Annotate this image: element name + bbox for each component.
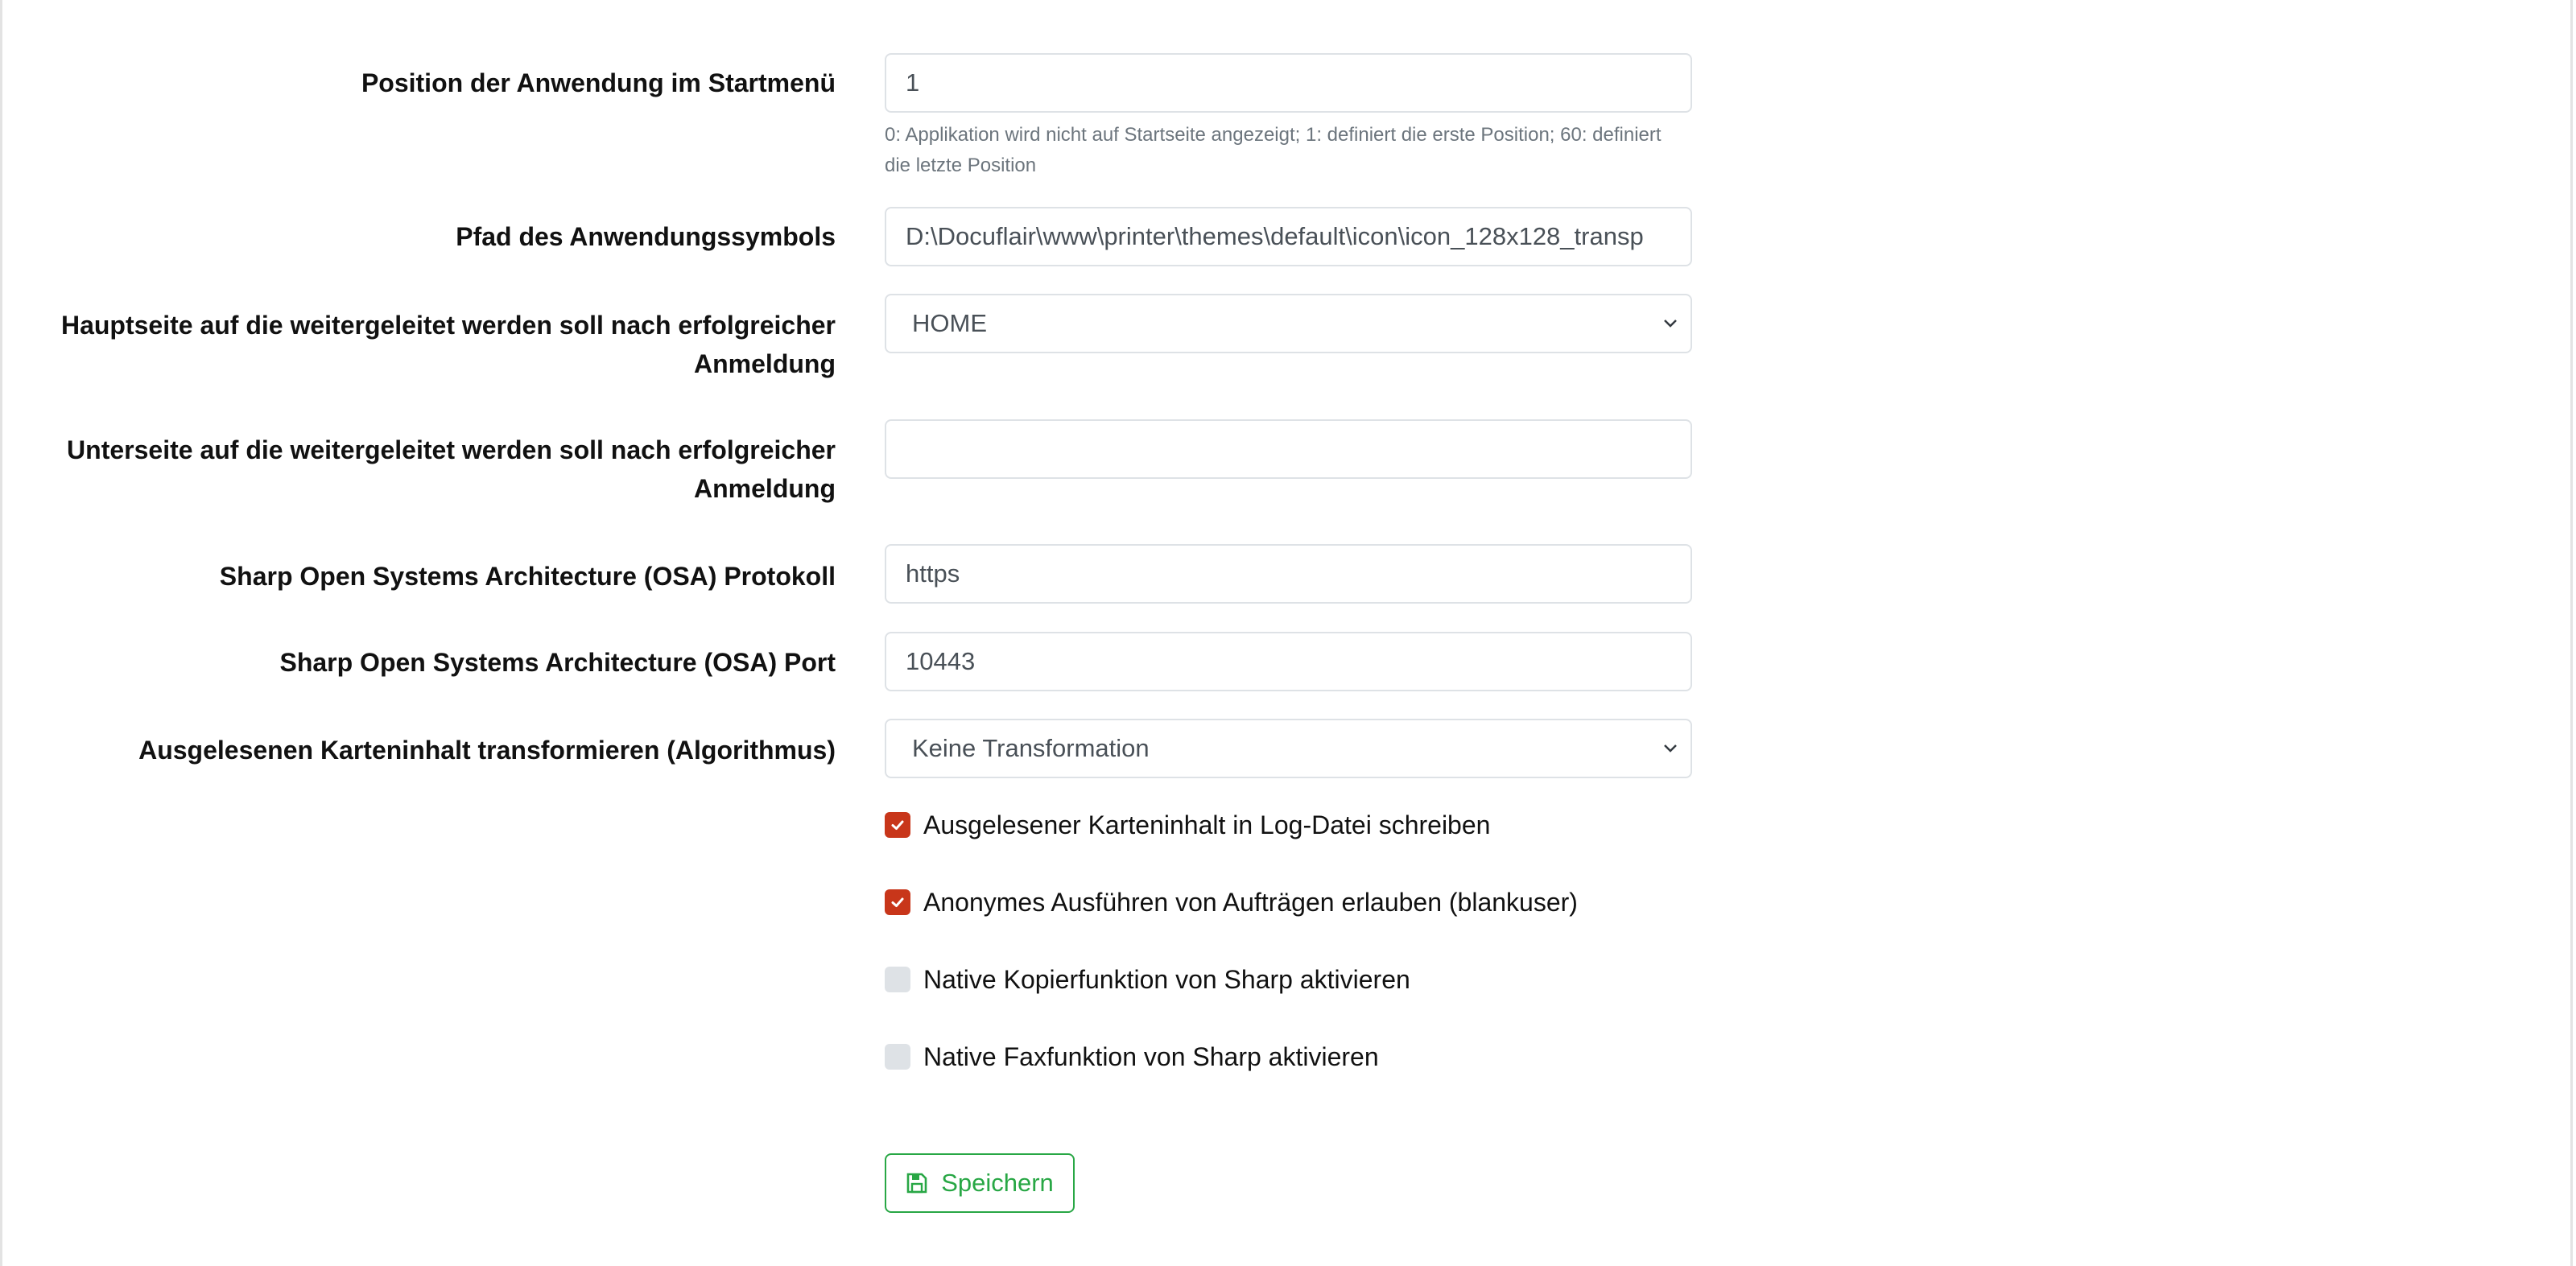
checkbox-native-copy[interactable]: Native Kopierfunktion von Sharp aktivier…	[885, 963, 1410, 996]
save-button[interactable]: Speichern	[885, 1153, 1075, 1213]
label-card-transform: Ausgelesenen Karteninhalt transformieren…	[138, 736, 836, 765]
label-sub-page-line2: Anmeldung	[694, 474, 836, 503]
checkbox-label: Ausgelesener Karteninhalt in Log-Datei s…	[923, 810, 1491, 839]
icon-path-input[interactable]: D:\Docuflair\www\printer\themes\default\…	[885, 207, 1692, 266]
checkbox-label: Native Kopierfunktion von Sharp aktivier…	[923, 964, 1410, 994]
start-position-input[interactable]: 1	[885, 53, 1692, 113]
chevron-down-icon	[1664, 744, 1677, 753]
checkmark-icon	[891, 820, 904, 830]
save-button-label: Speichern	[941, 1169, 1054, 1197]
checkbox-anonymous-jobs[interactable]: Anonymes Ausführen von Aufträgen erlaube…	[885, 886, 1578, 918]
label-osa-protocol: Sharp Open Systems Architecture (OSA) Pr…	[219, 562, 836, 591]
checkbox-checked[interactable]	[885, 812, 910, 838]
label-main-page-line1: Hauptseite auf die weitergeleitet werden…	[60, 311, 836, 340]
save-icon	[906, 1173, 927, 1194]
card-transform-select[interactable]: Keine Transformation	[885, 719, 1692, 778]
label-icon-path: Pfad des Anwendungssymbols	[456, 222, 836, 251]
osa-protocol-input[interactable]: https	[885, 544, 1692, 604]
label-osa-port: Sharp Open Systems Architecture (OSA) Po…	[279, 648, 836, 677]
sub-page-input[interactable]	[885, 419, 1692, 479]
main-page-select-value: HOME	[912, 309, 987, 337]
checkbox-native-fax[interactable]: Native Faxfunktion von Sharp aktivieren	[885, 1041, 1379, 1073]
checkbox-log-card-content[interactable]: Ausgelesener Karteninhalt in Log-Datei s…	[885, 809, 1490, 841]
chevron-down-icon	[1664, 320, 1677, 328]
checkbox-label: Native Faxfunktion von Sharp aktivieren	[923, 1041, 1379, 1071]
label-start-position: Position der Anwendung im Startmenü	[361, 68, 836, 97]
checkbox-unchecked[interactable]	[885, 1044, 910, 1070]
main-page-select[interactable]: HOME	[885, 294, 1692, 353]
card-transform-select-value: Keine Transformation	[912, 734, 1150, 762]
checkmark-icon	[891, 897, 904, 907]
checkbox-checked[interactable]	[885, 889, 910, 915]
checkbox-unchecked[interactable]	[885, 967, 910, 992]
label-sub-page-line1: Unterseite auf die weitergeleitet werden…	[67, 435, 836, 464]
osa-port-input[interactable]: 10443	[885, 632, 1692, 691]
label-main-page-line2: Anmeldung	[694, 349, 836, 378]
checkbox-label: Anonymes Ausführen von Aufträgen erlaube…	[923, 887, 1578, 917]
start-position-help: 0: Applikation wird nicht auf Startseite…	[885, 124, 1662, 176]
label-main-page: Hauptseite auf die weitergeleitet werden…	[31, 306, 836, 383]
label-sub-page: Unterseite auf die weitergeleitet werden…	[31, 431, 836, 508]
